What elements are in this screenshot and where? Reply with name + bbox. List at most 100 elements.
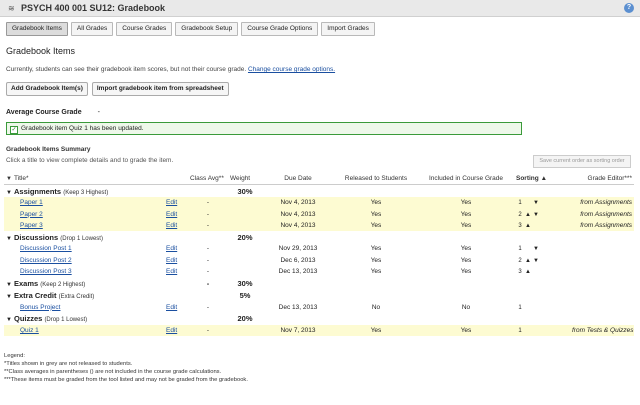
item-title-link[interactable]: Discussion Post 2 <box>20 257 72 264</box>
grade-editor-cell <box>570 301 634 312</box>
item-title-link[interactable]: Discussion Post 3 <box>20 268 72 275</box>
category-row[interactable]: ▼ Discussions (Drop 1 Lowest) 20% <box>4 231 634 243</box>
col-title[interactable]: ▼ Title* <box>4 172 164 185</box>
edit-cell: Edit <box>164 255 188 266</box>
category-row[interactable]: ▼ Exams (Keep 2 Highest) - 30% <box>4 277 634 289</box>
visibility-info-text: Currently, students can see their gradeb… <box>6 66 247 73</box>
col-due-date[interactable]: Due Date <box>262 172 334 185</box>
item-title-link[interactable]: Discussion Post 1 <box>20 245 72 252</box>
edit-link[interactable]: Edit <box>166 245 177 252</box>
category-note: (Keep 3 Highest) <box>63 189 109 196</box>
average-course-grade-label: Average Course Grade <box>6 109 82 116</box>
tab-gradebook-items[interactable]: Gradebook Items <box>6 22 68 36</box>
add-gradebook-item-button[interactable]: Add Gradebook Item(s) <box>6 82 88 96</box>
summary-subtitle: Click a title to view complete details a… <box>6 157 174 164</box>
category-title-cell[interactable]: ▼ Assignments (Keep 3 Highest) <box>4 185 164 198</box>
item-title-link[interactable]: Paper 1 <box>20 199 43 206</box>
edit-link[interactable]: Edit <box>166 222 177 229</box>
category-title-cell[interactable]: ▼ Quizzes (Drop 1 Lowest) <box>4 313 164 325</box>
tab-course-grade-options[interactable]: Course Grade Options <box>241 22 319 36</box>
edit-link[interactable]: Edit <box>166 257 177 264</box>
category-title-cell[interactable]: ▼ Discussions (Drop 1 Lowest) <box>4 231 164 243</box>
included-cell: Yes <box>418 324 514 337</box>
col-included[interactable]: Included in Course Grade <box>418 172 514 185</box>
tab-all-grades[interactable]: All Grades <box>70 22 114 36</box>
item-title-cell: Paper 1 <box>4 197 164 209</box>
edit-link[interactable]: Edit <box>166 327 177 334</box>
category-name[interactable]: Exams <box>14 279 38 288</box>
move-down-icon[interactable]: ▼ <box>532 246 540 252</box>
move-up-icon[interactable]: ▲ <box>524 269 532 275</box>
col-class-avg[interactable]: Class Avg** <box>188 172 228 185</box>
category-title-cell[interactable]: ▼ Extra Credit (Extra Credit) <box>4 289 164 301</box>
col-grade-editor: Grade Editor*** <box>570 172 634 185</box>
category-weight: 30% <box>237 278 253 288</box>
tab-course-grades[interactable]: Course Grades <box>116 22 173 36</box>
category-name[interactable]: Discussions <box>14 233 58 242</box>
sort-order-value: 2 <box>518 257 522 264</box>
collapse-all-icon[interactable]: ▼ <box>6 176 14 182</box>
table-row: Discussion Post 3 Edit - Dec 13, 2013 Yes Yes… <box>4 266 634 277</box>
weight-cell <box>228 255 262 266</box>
category-empty-cell <box>334 185 418 198</box>
move-up-icon[interactable]: ▲ <box>524 223 532 229</box>
included-cell: Yes <box>418 208 514 220</box>
category-empty-cell <box>514 289 570 301</box>
category-empty-cell <box>418 231 514 243</box>
col-weight[interactable]: Weight <box>228 172 262 185</box>
item-title-link[interactable]: Quiz 1 <box>20 327 39 334</box>
due-date-cell: Nov 4, 2013 <box>262 197 334 209</box>
collapse-icon[interactable]: ▼ <box>6 282 14 288</box>
class-avg-cell: - <box>188 219 228 232</box>
tab-import-grades[interactable]: Import Grades <box>321 22 375 36</box>
released-cell: Yes <box>370 268 382 276</box>
import-spreadsheet-button[interactable]: Import gradebook item from spreadsheet <box>91 82 229 96</box>
included-cell: Yes <box>418 219 514 232</box>
category-weight: 20% <box>237 232 253 242</box>
summary-title: Gradebook Items Summary <box>6 146 91 153</box>
item-title-link[interactable]: Bonus Project <box>20 304 60 311</box>
tab-gradebook-setup[interactable]: Gradebook Setup <box>175 22 239 36</box>
change-course-grade-options-link[interactable]: Change course grade options. <box>248 66 335 73</box>
legend: Legend: *Titles shown in grey are not re… <box>4 352 248 384</box>
legend-note-averages: **Class averages in parentheses () are n… <box>4 369 222 375</box>
category-edit-cell <box>164 289 188 301</box>
weight-cell <box>228 301 262 312</box>
collapse-icon[interactable]: ▼ <box>6 236 14 242</box>
collapse-icon[interactable]: ▼ <box>6 317 14 323</box>
move-down-icon[interactable]: ▼ <box>532 200 540 206</box>
col-sorting[interactable]: Sorting ▲ <box>514 172 570 185</box>
legend-note-editors: ***These items must be graded from the t… <box>4 377 248 383</box>
move-down-icon[interactable]: ▼ <box>532 212 540 218</box>
category-row[interactable]: ▼ Assignments (Keep 3 Highest) 30% <box>4 185 634 198</box>
item-title-link[interactable]: Paper 3 <box>20 222 43 229</box>
category-empty-cell <box>334 277 418 289</box>
category-row[interactable]: ▼ Extra Credit (Extra Credit) 5% <box>4 289 634 301</box>
success-message: ✓ Gradebook item Quiz 1 has been updated. <box>6 122 522 135</box>
col-released[interactable]: Released to Students <box>334 172 418 185</box>
visibility-info: Currently, students can see their gradeb… <box>6 66 335 73</box>
released-cell: Yes <box>334 219 418 232</box>
grade-editor-cell <box>570 255 634 266</box>
category-name[interactable]: Quizzes <box>14 314 42 323</box>
sort-order-value: 2 <box>518 211 522 218</box>
move-down-icon[interactable]: ▼ <box>532 258 540 264</box>
item-title-link[interactable]: Paper 2 <box>20 211 43 218</box>
weight-cell <box>228 208 262 220</box>
grade-editor-cell <box>570 243 634 254</box>
collapse-icon[interactable]: ▼ <box>6 294 14 300</box>
category-name[interactable]: Assignments <box>14 187 61 196</box>
category-title-cell[interactable]: ▼ Exams (Keep 2 Highest) <box>4 277 164 289</box>
edit-link[interactable]: Edit <box>166 211 177 218</box>
category-empty-cell <box>570 277 634 289</box>
edit-link[interactable]: Edit <box>166 268 177 275</box>
collapse-icon[interactable]: ▼ <box>6 190 14 196</box>
category-row[interactable]: ▼ Quizzes (Drop 1 Lowest) 20% <box>4 313 634 325</box>
edit-link[interactable]: Edit <box>166 304 177 311</box>
move-up-icon[interactable]: ▲ <box>524 258 532 264</box>
save-sort-order-button[interactable]: Save current order as sorting order <box>533 155 631 168</box>
help-icon[interactable]: ? <box>624 3 634 13</box>
edit-link[interactable]: Edit <box>166 199 177 206</box>
category-name[interactable]: Extra Credit <box>14 291 57 300</box>
move-up-icon[interactable]: ▲ <box>524 212 532 218</box>
